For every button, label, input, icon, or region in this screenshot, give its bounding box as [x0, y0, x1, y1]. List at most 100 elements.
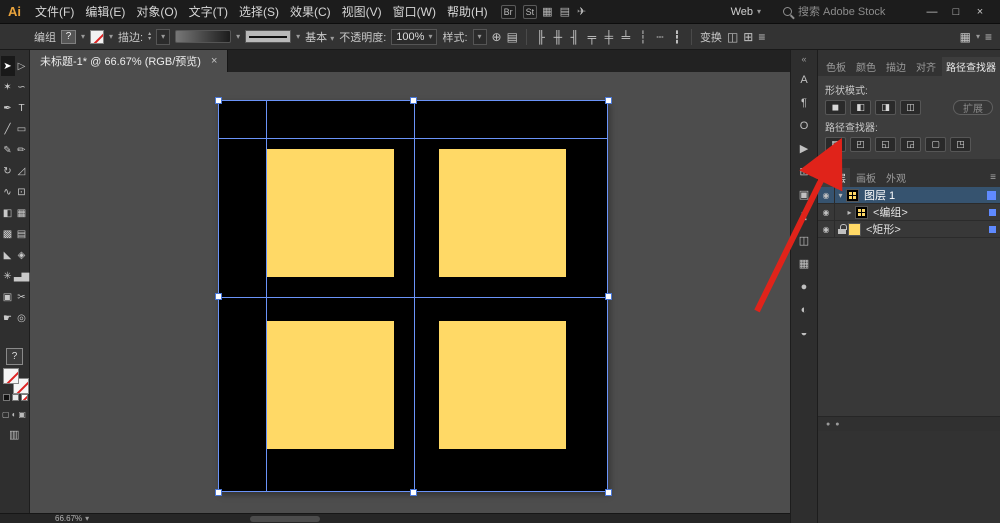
tab-swatches[interactable]: 色板 — [822, 57, 850, 76]
panel-menu-icon[interactable]: ≡ — [990, 172, 996, 183]
menu-object[interactable]: 对象(O) — [136, 3, 177, 20]
gpu-performance-icon[interactable]: ✈ — [577, 5, 586, 18]
artboards-panel-icon[interactable]: ▣ — [791, 183, 817, 206]
expand-button[interactable]: 扩展 — [953, 100, 993, 115]
selection-handle[interactable] — [215, 489, 222, 496]
style-dropdown[interactable]: ▾ — [472, 28, 487, 45]
menu-window[interactable]: 窗口(W) — [393, 3, 436, 20]
opentype-panel-icon[interactable]: O — [791, 114, 817, 137]
align-right-icon[interactable]: ╢ — [569, 30, 581, 44]
align-hcenter-icon[interactable]: ╫ — [552, 30, 564, 44]
selection-indicator[interactable] — [989, 225, 996, 233]
appearance-panel-icon[interactable]: ◫ — [791, 229, 817, 252]
free-transform-tool[interactable]: ⊡ — [15, 182, 29, 202]
menu-file[interactable]: 文件(F) — [35, 3, 74, 20]
stroke-weight-dropdown[interactable]: ▾ — [156, 28, 171, 45]
direct-selection-tool[interactable]: ▷ — [15, 56, 29, 76]
arrange-documents-icon[interactable]: ▦ — [542, 5, 552, 18]
lock-icon[interactable] — [835, 221, 848, 237]
selection-indicator[interactable] — [987, 190, 996, 200]
tab-close-icon[interactable]: × — [211, 55, 217, 67]
chevron-down-icon[interactable]: ▾ — [81, 32, 85, 41]
type-tool[interactable]: T — [15, 98, 29, 118]
chevron-down-icon[interactable]: ▾ — [296, 32, 300, 41]
shape-builder-tool[interactable]: ◧ — [1, 203, 15, 223]
divide-button[interactable]: ▦ — [825, 137, 846, 152]
stepper-down-icon[interactable]: ▾ — [148, 36, 151, 42]
artwork-yellow-square[interactable] — [439, 321, 566, 449]
layer-name[interactable]: 图层 1 — [864, 187, 987, 203]
layer-row[interactable]: ◉ <矩形> — [818, 221, 1000, 238]
close-button[interactable]: × — [968, 6, 992, 18]
color-guide-panel-icon[interactable]: ◐ — [791, 298, 817, 321]
menu-effect[interactable]: 效果(C) — [290, 3, 331, 20]
app-logo-icon[interactable]: Ai — [8, 4, 21, 19]
chevron-down-icon[interactable]: ▾ — [236, 32, 240, 41]
eyedropper-tool[interactable]: ◣ — [1, 245, 15, 265]
graphic-styles-panel-icon[interactable]: ▦ — [791, 252, 817, 275]
tab-appearance[interactable]: 外观 — [882, 168, 910, 187]
transform-panel-icon[interactable]: ⠿ — [791, 206, 817, 229]
tab-pathfinder[interactable]: 路径查找器 — [942, 56, 1000, 76]
brush-basic-dropdown[interactable]: 基本 ▾ — [305, 29, 334, 45]
screen-mode-icon[interactable]: ▥ — [9, 428, 19, 441]
unite-button[interactable]: ◼ — [825, 100, 846, 115]
selection-handle[interactable] — [215, 293, 222, 300]
stroke-swatch[interactable] — [90, 29, 105, 44]
layer-name[interactable]: <编组> — [873, 204, 989, 220]
chevron-down-icon[interactable]: ▾ — [835, 191, 846, 200]
globe-icon[interactable]: ⊕ — [492, 30, 502, 44]
document-tab[interactable]: 未标题-1* @ 66.67% (RGB/预览) × — [30, 50, 229, 72]
transform-button[interactable]: 变换 — [700, 29, 722, 45]
align-top-icon[interactable]: ╤ — [586, 30, 598, 44]
distribute-h-icon[interactable]: ┄ — [654, 30, 666, 44]
menu-view[interactable]: 视图(V) — [342, 3, 382, 20]
canvas[interactable] — [30, 72, 790, 513]
minus-front-button[interactable]: ◧ — [850, 100, 871, 115]
merge-button[interactable]: ◱ — [875, 137, 896, 152]
width-profile-dropdown[interactable] — [245, 30, 292, 43]
artboard-tool[interactable]: ▣ — [1, 287, 15, 307]
document-layout-icon[interactable]: ▤ — [560, 5, 570, 18]
paintbrush-tool[interactable]: ✎ — [1, 140, 15, 160]
visibility-eye-icon[interactable]: ◉ — [818, 204, 835, 220]
blend-tool[interactable]: ◈ — [15, 245, 29, 265]
maximize-button[interactable]: □ — [944, 6, 968, 18]
crop-button[interactable]: ◲ — [900, 137, 921, 152]
layer-name[interactable]: <矩形> — [866, 221, 989, 237]
actions-panel-icon[interactable]: ▶ — [791, 137, 817, 160]
menu-select[interactable]: 选择(S) — [239, 3, 279, 20]
minus-back-button[interactable]: ◳ — [950, 137, 971, 152]
selection-handle[interactable] — [605, 293, 612, 300]
draw-inside-icon[interactable]: ▣ — [18, 410, 26, 419]
links-panel-icon[interactable]: ⊞ — [791, 160, 817, 183]
transform-panel-icon[interactable]: ⊞ — [743, 30, 753, 44]
align-vcenter-icon[interactable]: ╪ — [603, 30, 615, 44]
layer-row[interactable]: ◉ ▾ 图层 1 — [818, 187, 1000, 204]
gradient-button[interactable] — [12, 394, 19, 401]
line-segment-tool[interactable]: ╱ — [1, 119, 15, 139]
layer-dot-icon[interactable]: ● — [826, 421, 830, 428]
selection-handle[interactable] — [605, 489, 612, 496]
fill-swatch[interactable]: ? — [61, 29, 76, 44]
pencil-tool[interactable]: ✏ — [15, 140, 29, 160]
chevron-down-icon[interactable]: ▾ — [109, 32, 113, 41]
visibility-eye-icon[interactable]: ◉ — [818, 221, 835, 237]
magic-wand-tool[interactable]: ✶ — [1, 77, 15, 97]
artwork-yellow-square[interactable] — [266, 149, 394, 277]
outline-button[interactable]: ▢ — [925, 137, 946, 152]
hand-tool[interactable]: ☛ — [1, 308, 15, 328]
selection-handle[interactable] — [410, 489, 417, 496]
help-box[interactable]: ? — [6, 348, 23, 365]
panel-menu-icon[interactable]: ≡ — [985, 30, 992, 44]
control-menu-icon[interactable]: ≡ — [758, 30, 765, 44]
artwork-yellow-square[interactable] — [439, 149, 566, 277]
chevron-right-icon[interactable]: ▸ — [844, 208, 855, 217]
stroke-weight-stepper[interactable]: ▴ ▾ — [148, 31, 151, 42]
draw-normal-icon[interactable]: ▢ — [2, 410, 10, 419]
minimize-button[interactable]: — — [920, 6, 944, 18]
workspace-switcher[interactable]: Web ▾ — [731, 6, 761, 18]
layer-row[interactable]: ◉ ▸ <编组> — [818, 204, 1000, 221]
search-input[interactable] — [798, 5, 906, 18]
selection-tool[interactable]: ➤ — [0, 56, 15, 76]
